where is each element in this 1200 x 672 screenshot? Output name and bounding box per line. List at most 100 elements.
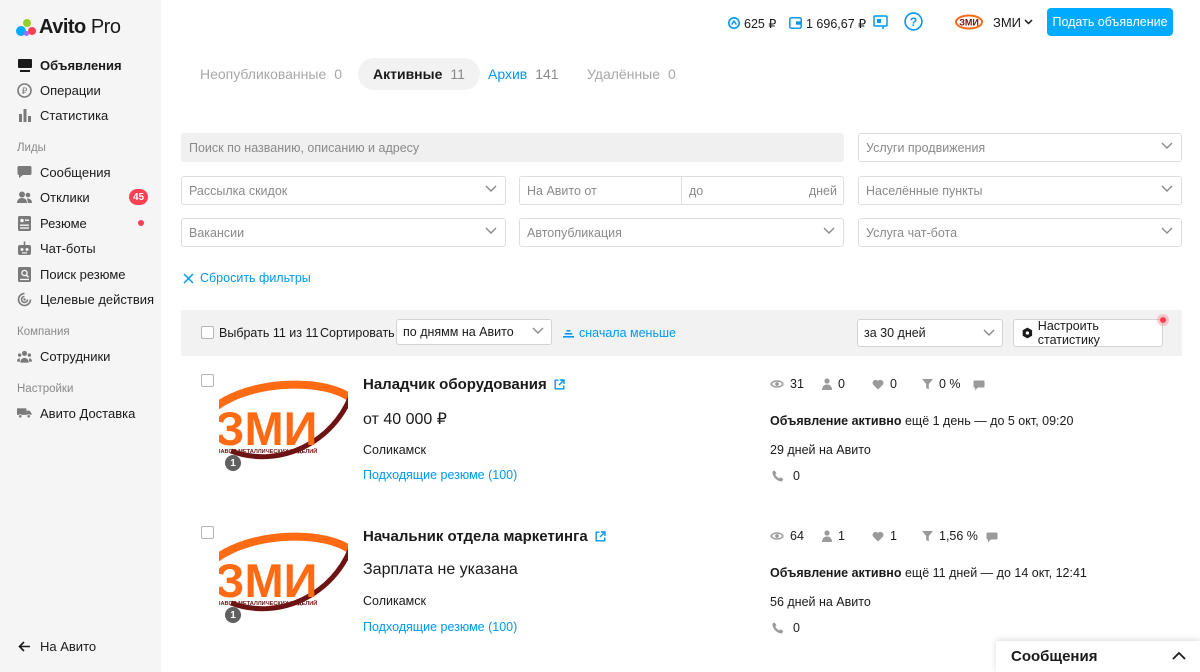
help-icon[interactable]: ? <box>904 12 923 31</box>
listing-days-on-avito: 29 дней на Авито <box>770 443 871 457</box>
chatbot-service-select[interactable]: Услуга чат-бота <box>858 218 1182 247</box>
sidebar-item-label: Целевые действия <box>40 291 155 307</box>
sort-select[interactable]: по днямм на Авито <box>396 319 552 345</box>
stat-value: 64 <box>790 529 804 543</box>
input-placeholder: На Авито от <box>527 183 597 198</box>
sidebar-item-label: Чат-боты <box>40 240 96 256</box>
stat-value: 0 <box>890 377 897 391</box>
team-icon <box>17 349 32 364</box>
tab-active[interactable]: Активные 11 <box>358 58 480 90</box>
sidebar-item-label: Поиск резюме <box>40 266 126 282</box>
sidebar-item-label: Статистика <box>40 107 109 123</box>
promo-services-select[interactable]: Услуги продвижения <box>858 133 1182 162</box>
arrow-left-icon <box>17 639 32 654</box>
listing-photo[interactable]: ЗМИ ЗАВОД МЕТАЛЛИЧЕСКИХ ИЗДЕЛИЙ 1 <box>219 373 348 479</box>
svg-text:ЗАВОД МЕТАЛЛИЧЕСКИХ ИЗДЕЛИЙ: ЗАВОД МЕТАЛЛИЧЕСКИХ ИЗДЕЛИЙ <box>219 599 317 607</box>
locations-select[interactable]: Населённые пункты <box>858 176 1182 205</box>
avito-pro-logo[interactable]: Avito Pro <box>16 16 121 39</box>
sidebar-item-resume[interactable]: Резюме <box>17 214 87 232</box>
target-actions-icon <box>17 292 32 307</box>
bonus-balance[interactable]: 625 ₽ <box>728 14 776 32</box>
wallet-balance[interactable]: 1 696,67 ₽ <box>789 14 866 32</box>
reset-filters-button[interactable]: Сбросить фильтры <box>183 270 311 286</box>
tab-archive[interactable]: Архив 141 <box>488 58 559 90</box>
search-input[interactable]: Поиск по названию, описанию и адресу <box>181 133 844 162</box>
views-stat: 31 <box>770 377 804 391</box>
sidebar-item-label: Объявления <box>40 57 122 73</box>
bonus-icon <box>728 17 740 29</box>
tab-label: Архив <box>488 66 528 82</box>
vacancies-select[interactable]: Вакансии <box>181 218 506 247</box>
conversion-stat: 1,56 % <box>922 529 978 543</box>
stat-value: 0 <box>793 469 800 483</box>
company-logo-icon[interactable]: ЗМИ <box>955 14 983 30</box>
messages-widget-title: Сообщения <box>1011 648 1098 665</box>
resume-search-icon <box>17 266 32 282</box>
listing-checkbox[interactable] <box>201 526 214 539</box>
section-title-settings: Настройки <box>17 383 74 395</box>
tab-unpublished[interactable]: Неопубликованные 0 <box>200 58 342 90</box>
days-to-input[interactable]: до дней <box>681 176 844 205</box>
sidebar-item-resume-search[interactable]: Поиск резюме <box>17 265 126 283</box>
days-from-input[interactable]: На Авито от <box>519 176 682 205</box>
svg-text:₽: ₽ <box>22 87 28 97</box>
tab-count: 141 <box>535 66 559 82</box>
listing-checkbox[interactable] <box>201 374 214 387</box>
matching-resumes-link[interactable]: Подходящие резюме (100) <box>363 468 517 482</box>
tab-count: 11 <box>450 66 465 82</box>
matching-resumes-link[interactable]: Подходящие резюме (100) <box>363 620 517 634</box>
sidebar-item-listings[interactable]: Объявления <box>17 56 122 74</box>
favorites-stat: 1 <box>872 529 897 543</box>
sort-ascending-icon <box>563 330 574 338</box>
back-to-avito-link[interactable]: На Авито <box>17 637 96 655</box>
responses-icon <box>17 190 32 205</box>
back-to-avito-label: На Авито <box>40 638 97 654</box>
sidebar-item-label: Операции <box>40 82 101 98</box>
select-value: за 30 дней <box>864 326 926 340</box>
sidebar-item-avito-delivery[interactable]: Авито Доставка <box>17 404 135 422</box>
chevron-down-icon <box>485 185 497 192</box>
messages-widget[interactable]: Сообщения <box>996 641 1200 672</box>
listing-title[interactable]: Наладчик оборудования <box>363 376 565 393</box>
stat-value: 0 % <box>939 377 961 391</box>
listing-city: Соликамск <box>363 443 426 457</box>
favorites-stat: 0 <box>872 377 897 391</box>
phone-icon <box>772 470 784 482</box>
phone-icon <box>772 622 784 634</box>
sort-direction-toggle[interactable]: сначала меньше <box>563 326 676 340</box>
tab-deleted[interactable]: Удалённые 0 <box>587 58 676 90</box>
sidebar-item-responses[interactable]: Отклики <box>17 188 90 206</box>
listing-title[interactable]: Начальник отдела маркетинга <box>363 528 606 545</box>
chat-stat-icon <box>973 379 985 394</box>
listing-price: Зарплата не указана <box>363 561 518 578</box>
sidebar-item-statistics[interactable]: Статистика <box>17 106 108 124</box>
listing-photo[interactable]: ЗМИ ЗАВОД МЕТАЛЛИЧЕСКИХ ИЗДЕЛИЙ 1 <box>219 525 348 631</box>
sidebar-item-chatbots[interactable]: Чат-боты <box>17 239 96 257</box>
sidebar-item-operations[interactable]: ₽ Операции <box>17 81 101 99</box>
stat-value: 0 <box>838 377 845 391</box>
select-all-checkbox[interactable] <box>201 326 214 339</box>
svg-text:ЗАВОД МЕТАЛЛИЧЕСКИХ ИЗДЕЛИЙ: ЗАВОД МЕТАЛЛИЧЕСКИХ ИЗДЕЛИЙ <box>219 447 317 455</box>
input-placeholder: до <box>689 183 704 198</box>
robot-icon <box>17 241 32 256</box>
configure-stats-label: Настроить статистику <box>1037 319 1100 347</box>
configure-stats-button[interactable]: Настроить статистику <box>1013 319 1163 347</box>
discount-mailing-select[interactable]: Рассылка скидок <box>181 176 506 205</box>
tariff-icon[interactable] <box>873 15 888 30</box>
calls-stat: 0 <box>772 621 800 635</box>
sidebar-item-target-actions[interactable]: Целевые действия <box>17 290 154 308</box>
period-select[interactable]: за 30 дней <box>857 319 1003 347</box>
listing-title-text: Наладчик оборудования <box>363 376 547 393</box>
contacts-stat: 1 <box>822 529 845 543</box>
sidebar-item-messages[interactable]: Сообщения <box>17 163 111 181</box>
responses-count-badge: 45 <box>129 189 148 205</box>
chevron-down-icon <box>1024 19 1033 25</box>
company-menu[interactable]: ЗМИ <box>993 13 1037 31</box>
svg-text:ЗМИ: ЗМИ <box>219 554 317 607</box>
select-value: по днямм на Авито <box>403 325 514 339</box>
autopublish-select[interactable]: Автопубликация <box>519 218 844 247</box>
post-ad-button[interactable]: Подать объявление <box>1047 8 1173 36</box>
sidebar-item-employees[interactable]: Сотрудники <box>17 347 110 365</box>
heart-icon <box>872 379 884 389</box>
select-value: Населённые пункты <box>866 183 983 198</box>
